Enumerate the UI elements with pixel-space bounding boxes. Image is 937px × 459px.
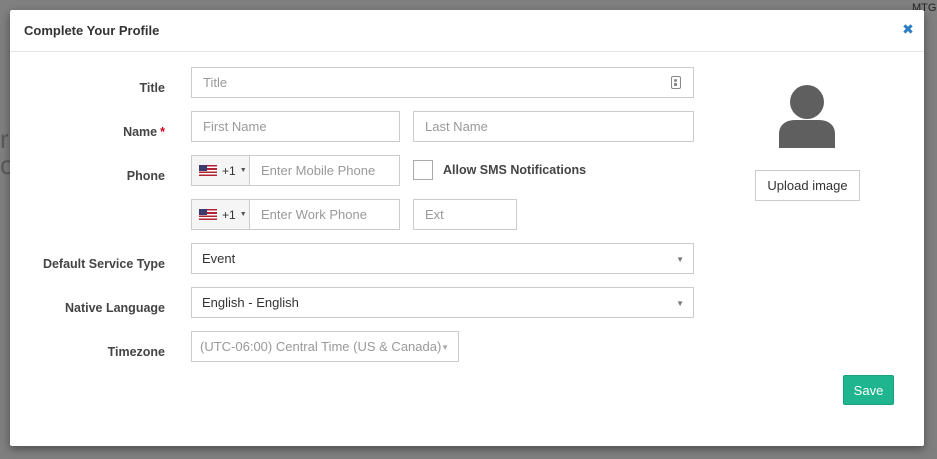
contact-card-icon	[671, 76, 681, 89]
chevron-down-icon: ▼	[441, 343, 449, 352]
us-flag-icon	[199, 165, 217, 176]
mobile-country-code: +1	[222, 163, 236, 178]
title-field[interactable]	[191, 67, 694, 98]
phone-label: Phone	[126, 169, 165, 183]
user-avatar-icon	[779, 85, 835, 148]
service-type-label: Default Service Type	[42, 257, 165, 271]
ext-field[interactable]	[413, 199, 517, 230]
work-phone-field: +1 ▼	[191, 199, 457, 230]
modal-title: Complete Your Profile	[24, 23, 160, 38]
title-input[interactable]	[192, 68, 693, 97]
chevron-down-icon: ▼	[239, 167, 247, 174]
chevron-down-icon: ▼	[239, 211, 247, 218]
service-type-select[interactable]: Event ▼	[191, 243, 694, 274]
mobile-country-selector[interactable]: +1 ▼	[192, 156, 250, 185]
required-mark: *	[160, 125, 165, 139]
title-label: Title	[139, 81, 165, 95]
timezone-label: Timezone	[107, 345, 165, 359]
save-button[interactable]: Save	[843, 375, 894, 405]
modal-header: Complete Your Profile ✖	[10, 10, 924, 52]
language-label: Native Language	[64, 301, 165, 315]
profile-modal: Complete Your Profile ✖ Title Name* Phon…	[10, 10, 924, 446]
first-name-field[interactable]	[191, 111, 400, 142]
first-name-input[interactable]	[192, 112, 399, 141]
chevron-down-icon: ▼	[676, 255, 684, 264]
mobile-phone-field: +1 ▼	[191, 155, 457, 186]
language-value: English - English	[202, 295, 299, 310]
sms-notifications-checkbox[interactable]	[413, 160, 433, 180]
last-name-field[interactable]	[413, 111, 694, 142]
chevron-down-icon: ▼	[676, 299, 684, 308]
service-type-value: Event	[202, 251, 236, 266]
us-flag-icon	[199, 209, 217, 220]
sms-notifications-label: Allow SMS Notifications	[443, 163, 587, 177]
work-country-selector[interactable]: +1 ▼	[192, 200, 250, 229]
timezone-value: (UTC-06:00) Central Time (US & Canada)	[200, 339, 442, 354]
close-icon[interactable]: ✖	[900, 20, 916, 38]
language-select[interactable]: English - English ▼	[191, 287, 694, 318]
upload-image-button[interactable]: Upload image	[755, 170, 860, 201]
ext-input[interactable]	[414, 200, 516, 229]
last-name-input[interactable]	[414, 112, 693, 141]
name-label: Name *	[123, 125, 165, 139]
timezone-select[interactable]: (UTC-06:00) Central Time (US & Canada) ▼	[191, 331, 459, 362]
name-label-text: Name	[123, 125, 158, 139]
work-country-code: +1	[222, 207, 236, 222]
